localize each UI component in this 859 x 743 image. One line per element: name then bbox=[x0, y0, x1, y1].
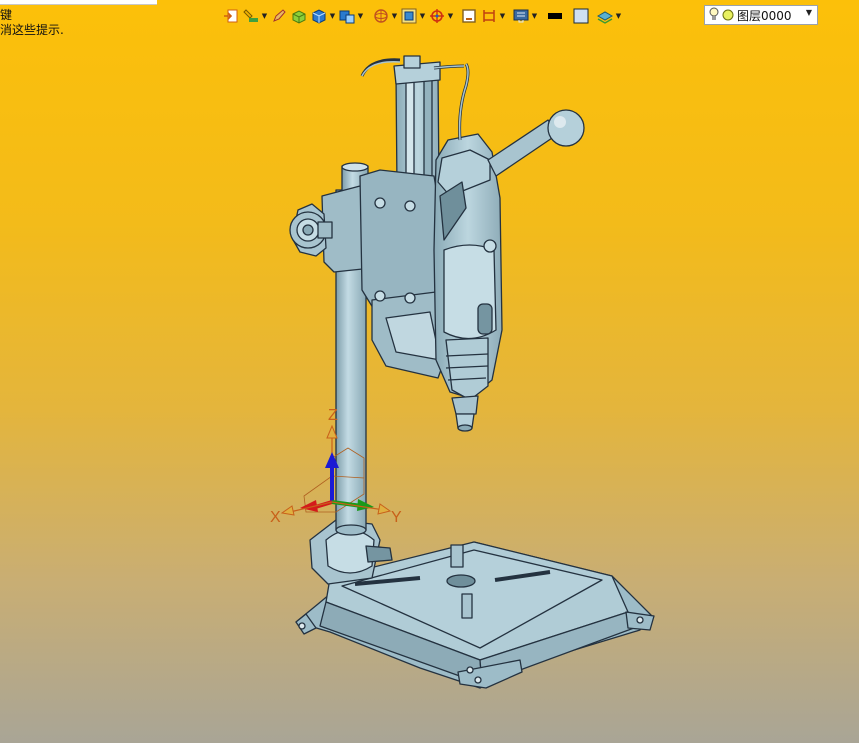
y-axis-label: Y bbox=[391, 509, 402, 526]
z-axis-label: Z bbox=[328, 407, 338, 424]
drill-press-model[interactable] bbox=[289, 55, 655, 689]
3d-viewport[interactable]: Z X Y bbox=[0, 0, 859, 743]
carriage bbox=[359, 169, 447, 379]
base-plate bbox=[295, 519, 655, 689]
collar-clamp bbox=[289, 185, 373, 273]
feed-handle bbox=[487, 109, 585, 177]
x-axis-label: X bbox=[270, 509, 281, 526]
rotary-tool bbox=[433, 63, 503, 432]
